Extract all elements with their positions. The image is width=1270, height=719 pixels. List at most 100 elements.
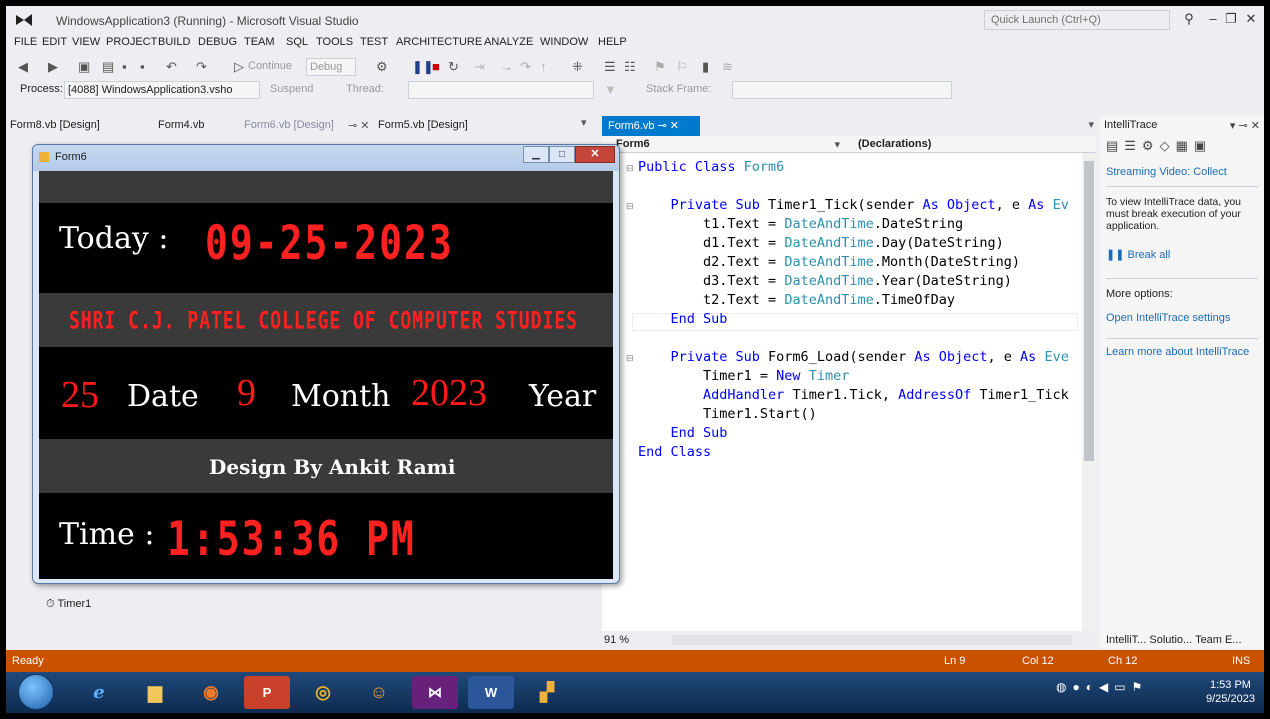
break-all-link[interactable]: ❚❚ Break all [1106,248,1170,261]
forward-icon[interactable]: ▶ [48,59,58,75]
minimize-button[interactable]: – [1204,11,1222,27]
code-editor[interactable]: Public Class Form6 Private Sub Timer1_Ti… [602,153,1096,631]
menu-analyze[interactable]: ANALYZE [484,36,533,48]
code-line[interactable]: d3.Text = DateAndTime.Year(DateString) [638,273,1012,289]
new-project-icon[interactable]: ▣ [78,59,90,75]
code-line[interactable]: t1.Text = DateAndTime.DateString [638,216,963,232]
open-settings-link[interactable]: Open IntelliTrace settings [1106,312,1230,324]
code-line[interactable]: End Class [638,444,711,460]
uncomment-icon[interactable]: ☷ [624,59,636,75]
file-explorer-icon[interactable]: ▆ [132,676,178,709]
paint-app-icon[interactable]: ☺ [356,676,402,709]
panel-bottom-tabs[interactable]: IntelliT... Solutio... Team E... [1100,631,1264,649]
redo-icon[interactable]: ↷ [196,59,207,75]
word-icon[interactable]: W [468,676,514,709]
menu-team[interactable]: TEAM [244,36,275,48]
save-all-icon[interactable]: ▪ [140,59,145,74]
menu-edit[interactable]: EDIT [42,36,67,48]
bookmark-prev-icon[interactable]: ⚐ [676,59,688,75]
stop-debugging-icon[interactable]: ■ [432,59,440,74]
menu-tools[interactable]: TOOLS [316,36,353,48]
back-icon[interactable]: ◀ [18,59,28,75]
tab-overflow-dropdown-icon[interactable]: ▾ [581,116,587,129]
filter-icon[interactable]: ▼ [604,82,617,97]
thread-combo[interactable] [408,81,594,99]
hex-display-icon[interactable]: ⁜ [572,59,583,75]
step-over-icon[interactable]: ↷ [520,59,531,75]
close-button[interactable]: ✕ [1242,11,1260,27]
menu-test[interactable]: TEST [360,36,388,48]
menu-debug[interactable]: DEBUG [198,36,237,48]
code-line[interactable]: Timer1 = New Timer [638,368,849,384]
class-dropdown[interactable]: Form6 ▾ [602,136,844,153]
intellitrace-toolbar-icons[interactable]: ▤☰⚙◇▦▣ [1106,138,1212,154]
menu-window[interactable]: WINDOW [540,36,588,48]
tab-form6-design[interactable]: Form6.vb [Design] [244,119,334,131]
code-tab-close-icon[interactable]: ⊸ ✕ [658,120,680,132]
bookmark-next-icon[interactable]: ≋ [722,59,733,75]
bookmark-icon[interactable]: ⚑ [654,59,666,75]
code-tab-dropdown-icon[interactable]: ▾ [1088,118,1094,131]
show-next-statement-icon[interactable]: ⇥ [474,59,485,75]
fold-toggle-icon[interactable]: ⊟ [626,163,634,174]
form6-close-button[interactable]: ✕ [575,146,615,163]
tab-form5-design[interactable]: Form5.vb [Design] [378,119,468,131]
continue-icon[interactable]: ▷ [234,59,244,75]
stack-frame-combo[interactable] [732,81,952,99]
component-tray-timer1[interactable]: ⏱ Timer1 [46,598,91,611]
step-into-icon[interactable]: → [500,59,513,74]
code-line[interactable]: End Sub [638,311,728,327]
bookmark-toggle-icon[interactable]: ▮ [702,59,709,75]
learn-more-link[interactable]: Learn more about IntelliTrace [1106,346,1249,358]
streaming-video-link[interactable]: Streaming Video: Collect [1106,166,1227,178]
attach-icon[interactable]: ⚙ [376,59,388,75]
form6-title-bar[interactable]: Form6 ▁ □ ✕ [33,145,619,171]
search-icon[interactable]: ⚲ [1180,11,1198,27]
suspend-button[interactable]: Suspend [270,83,313,95]
zoom-level[interactable]: 91 % [604,634,629,646]
chrome-icon[interactable]: ◎ [300,676,346,709]
start-button[interactable] [18,674,54,710]
fold-toggle-icon[interactable]: ⊟ [626,353,634,364]
fold-toggle-icon[interactable]: ⊟ [626,201,634,212]
menu-file[interactable]: FILE [14,36,37,48]
quick-launch-input[interactable]: Quick Launch (Ctrl+Q) [984,10,1170,30]
code-line[interactable]: Private Sub Timer1_Tick(sender As Object… [638,197,1069,213]
internet-explorer-icon[interactable]: e [76,676,122,709]
form6-maximize-button[interactable]: □ [549,146,575,163]
save-icon[interactable]: ▪ [122,59,127,74]
form6-window[interactable]: Form6 ▁ □ ✕ Today : 09-25-2023 SHRI C.J.… [32,144,620,584]
panel-pin-close-icon[interactable]: ▾ ⊸ ✕ [1230,119,1260,132]
restart-icon[interactable]: ↻ [448,59,459,75]
tab-pin-close-icon[interactable]: ⊸ ✕ [348,119,370,132]
media-player-icon[interactable]: ◉ [188,676,234,709]
member-dropdown[interactable]: (Declarations) [850,136,1090,153]
menu-project[interactable]: PROJECT [106,36,157,48]
menu-view[interactable]: VIEW [72,36,100,48]
comment-icon[interactable]: ☰ [604,59,616,75]
code-line[interactable]: d2.Text = DateAndTime.Month(DateString) [638,254,1020,270]
running-form-icon[interactable]: ▞ [524,676,570,709]
system-tray-icons[interactable]: ◍●◐◀▭⚑ [1056,680,1148,694]
form6-minimize-button[interactable]: ▁ [523,146,549,163]
code-line[interactable]: Public Class Form6 [638,159,784,175]
tab-form8-design[interactable]: Form8.vb [Design] [10,119,100,131]
code-line[interactable]: d1.Text = DateAndTime.Day(DateString) [638,235,1004,251]
code-vertical-scrollbar[interactable] [1082,153,1096,631]
menu-build[interactable]: BUILD [158,36,190,48]
tab-form4-vb[interactable]: Form4.vb [158,119,204,131]
undo-icon[interactable]: ↶ [166,59,177,75]
code-line[interactable]: Private Sub Form6_Load(sender As Object,… [638,349,1069,365]
menu-architecture[interactable]: ARCHITECTURE [396,36,482,48]
restore-button[interactable]: ❐ [1222,11,1240,27]
open-file-icon[interactable]: ▤ [102,59,114,75]
break-all-icon[interactable]: ❚❚ [412,59,434,75]
code-line[interactable]: End Sub [638,425,728,441]
taskbar-clock[interactable]: 1:53 PM 9/25/2023 [1206,678,1255,706]
scroll-thumb[interactable] [1084,161,1094,461]
menu-sql[interactable]: SQL [286,36,308,48]
process-combo[interactable]: [4088] WindowsApplication3.vsho [64,81,260,99]
tab-form6-vb[interactable]: Form6.vb ⊸ ✕ [602,116,700,136]
code-line[interactable]: AddHandler Timer1.Tick, AddressOf Timer1… [638,387,1069,403]
step-out-icon[interactable]: ↑ [540,59,547,74]
